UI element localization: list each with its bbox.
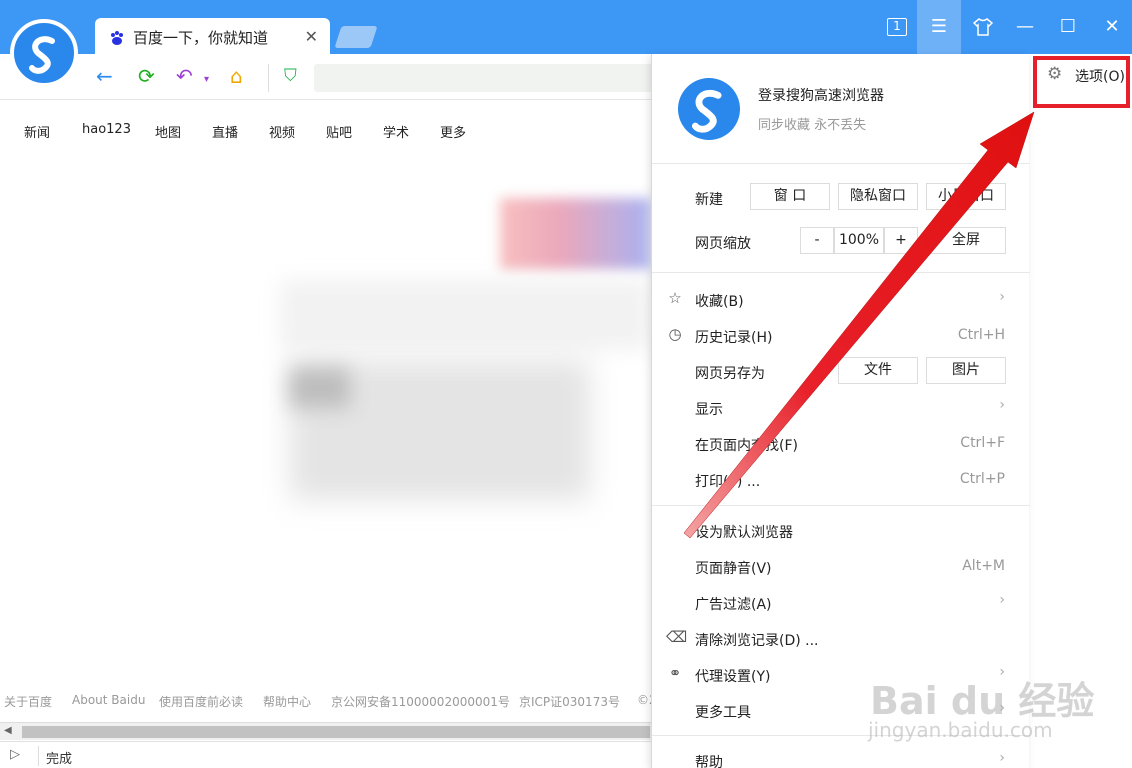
scrollbar-thumb[interactable]	[22, 726, 650, 738]
find-shortcut: Ctrl+F	[960, 435, 1005, 451]
undo-dropdown-icon[interactable]: ▾	[204, 68, 209, 92]
watermark-title: Bai du 经验	[870, 679, 1095, 723]
footer-help[interactable]: 帮助中心	[263, 693, 311, 710]
nav-more[interactable]: 更多	[440, 122, 466, 141]
baidu-paw-icon	[111, 31, 123, 45]
minimize-icon[interactable]: —	[1003, 0, 1047, 54]
status-text: 完成	[46, 752, 73, 767]
new-tab-button[interactable]	[334, 26, 378, 48]
footer-icp[interactable]: 京ICP证030173号	[519, 693, 620, 710]
tab-title: 百度一下，你就知道	[133, 29, 269, 47]
status-divider	[38, 746, 39, 766]
sogou-logo-icon[interactable]	[678, 78, 740, 140]
menu-divider	[652, 272, 1030, 273]
zoom-in-button[interactable]: +	[884, 227, 918, 254]
menu-divider	[652, 163, 1030, 164]
menu-item-more-tools[interactable]: 更多工具	[695, 702, 751, 722]
watermark-url: jingyan.baidu.com	[868, 718, 1053, 742]
nav-xueshu[interactable]: 学术	[383, 122, 409, 141]
login-subtitle: 同步收藏 永不丢失	[758, 118, 867, 133]
chevron-right-icon: ›	[999, 289, 1005, 305]
menu-item-find[interactable]: 在页面内查找(F)	[695, 435, 798, 455]
refresh-icon[interactable]: ⟳	[138, 64, 155, 88]
back-arrow-icon[interactable]: ←	[96, 64, 113, 88]
footer-terms[interactable]: 使用百度前必读	[159, 693, 243, 710]
footer-police[interactable]: 京公网安备11000002000001号	[331, 693, 510, 710]
menu-item-help[interactable]: 帮助	[695, 752, 723, 768]
tab-close-icon[interactable]: ✕	[305, 27, 318, 46]
menu-item-mute[interactable]: 页面静音(V)	[695, 558, 772, 578]
baidu-jingyan-watermark: Bai du 经验 jingyan.baidu.com	[866, 640, 1094, 750]
scroll-left-icon[interactable]: ◀	[4, 725, 12, 736]
new-label: 新建	[695, 192, 723, 208]
chevron-right-icon: ›	[999, 397, 1005, 413]
home-icon[interactable]: ⌂	[230, 64, 243, 88]
save-image-button[interactable]: 图片	[926, 357, 1006, 384]
new-private-window-button[interactable]: 隐私窗口	[838, 183, 918, 210]
chevron-right-icon: ›	[999, 750, 1005, 766]
options-button[interactable]: ⚙ 选项(O)	[1033, 56, 1130, 108]
menu-item-history[interactable]: 历史记录(H)	[695, 327, 772, 347]
blurred-logo	[500, 198, 650, 270]
skin-icon[interactable]	[961, 0, 1005, 54]
zoom-label: 网页缩放	[695, 236, 751, 252]
tab-count-icon[interactable]: 1	[887, 18, 907, 36]
nav-news[interactable]: 新闻	[24, 122, 50, 141]
menu-divider	[652, 505, 1030, 506]
new-window-button[interactable]: 窗 口	[750, 183, 830, 210]
nav-live[interactable]: 直播	[212, 122, 238, 141]
tab-baidu[interactable]: 百度一下，你就知道 ✕	[95, 18, 330, 55]
sogou-logo[interactable]	[10, 19, 78, 87]
save-as-label: 网页另存为	[695, 366, 765, 382]
maximize-icon[interactable]: ☐	[1046, 0, 1090, 54]
nav-hao123[interactable]: hao123	[82, 122, 131, 137]
print-shortcut: Ctrl+P	[959, 471, 1005, 487]
close-window-icon[interactable]: ✕	[1090, 0, 1132, 54]
star-icon: ☆	[668, 289, 682, 307]
menu-icon[interactable]: ☰	[917, 0, 961, 54]
zoom-value: 100%	[834, 227, 884, 254]
footer-about-en[interactable]: About Baidu	[72, 693, 145, 707]
login-title[interactable]: 登录搜狗高速浏览器	[758, 85, 884, 105]
nav-map[interactable]: 地图	[155, 122, 181, 141]
fullscreen-button[interactable]: 全屏	[926, 227, 1006, 254]
save-file-button[interactable]: 文件	[838, 357, 918, 384]
undo-icon[interactable]: ↶	[176, 64, 193, 88]
toolbar: ← ⟳ ↶ ▾ ⌂ ⛉	[0, 54, 654, 100]
nav-tieba[interactable]: 贴吧	[326, 122, 352, 141]
nav-video[interactable]: 视频	[269, 122, 295, 141]
menu-item-set-default[interactable]: 设为默认浏览器	[695, 522, 793, 542]
menu-item-display[interactable]: 显示	[695, 399, 723, 419]
new-alt-window-button[interactable]: 小号窗口	[926, 183, 1006, 210]
history-shortcut: Ctrl+H	[957, 327, 1005, 343]
menu-item-clear-history[interactable]: 清除浏览记录(D) ...	[695, 630, 819, 650]
clear-icon: ⌫	[666, 628, 688, 646]
title-bar: 百度一下，你就知道 ✕ 1 ☰ — ☐ ✕	[0, 0, 1132, 55]
address-bar[interactable]	[314, 64, 654, 92]
horizontal-scrollbar[interactable]: ◀	[0, 722, 652, 740]
blurred-avatar	[290, 368, 350, 408]
menu-item-proxy[interactable]: 代理设置(Y)	[695, 666, 770, 686]
menu-item-print[interactable]: 打印(P) ...	[695, 471, 760, 491]
clock-icon: ◷	[668, 325, 682, 343]
shield-icon[interactable]: ⛉	[284, 64, 297, 88]
blurred-search	[280, 280, 650, 350]
chevron-right-icon: ›	[999, 592, 1005, 608]
footer-about[interactable]: 关于百度	[4, 693, 52, 710]
status-bar: ▷ 完成	[0, 741, 652, 768]
play-icon[interactable]: ▷	[10, 747, 20, 762]
link-icon: ⚭	[668, 664, 682, 682]
toolbar-divider	[268, 64, 269, 92]
menu-item-adblock[interactable]: 广告过滤(A)	[695, 594, 772, 614]
zoom-out-button[interactable]: -	[800, 227, 834, 254]
options-label: 选项(O)	[1075, 69, 1125, 85]
mute-shortcut: Alt+M	[962, 558, 1005, 574]
gear-icon: ⚙	[1047, 64, 1063, 84]
menu-item-favorites[interactable]: 收藏(B)	[695, 291, 744, 311]
